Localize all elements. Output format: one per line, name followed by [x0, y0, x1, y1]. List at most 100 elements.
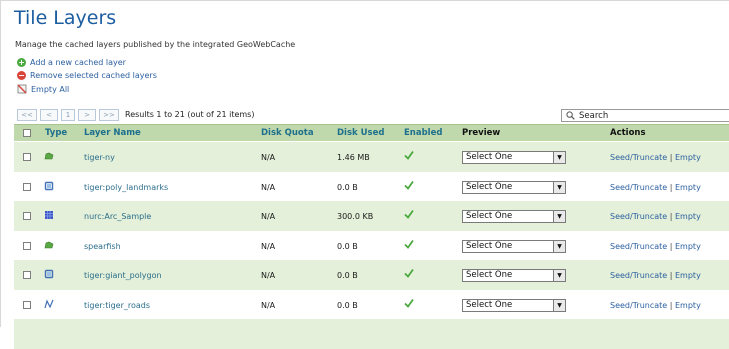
layer-name-link[interactable]: tiger:tiger_roads [84, 301, 150, 310]
enabled-check-icon [404, 298, 414, 308]
preview-select-value: Select One [466, 181, 513, 192]
row-actions: Seed/Truncate | Empty [610, 271, 701, 280]
seed-truncate-link[interactable]: Seed/Truncate [610, 271, 667, 280]
table-row: tiger:giant_polygon N/A 0.0 B Select One ▼ Se… [14, 260, 729, 290]
header-enabled[interactable]: Enabled [404, 128, 442, 138]
seed-truncate-link[interactable]: Seed/Truncate [610, 183, 667, 192]
disk-used: 1.46 MB [337, 153, 370, 162]
action-separator: | [669, 271, 673, 280]
row-actions: Seed/Truncate | Empty [610, 153, 701, 162]
table-row: tiger-ny N/A 1.46 MB Select One ▼ Seed/Trunca… [14, 142, 729, 172]
preview-select[interactable]: Select One ▼ [462, 151, 566, 164]
select-all-checkbox[interactable] [23, 129, 31, 137]
chevron-down-icon: ▼ [553, 211, 565, 222]
action-separator: | [669, 241, 673, 251]
results-info: Results 1 to 21 (out of 21 items) [125, 110, 255, 119]
raster-layer-icon [44, 210, 54, 220]
layer-name-link[interactable]: tiger-ny [84, 153, 115, 162]
chevron-down-icon: ▼ [553, 270, 565, 281]
table-row: tiger:poly_landmarks N/A 0.0 B Select One ▼ S… [14, 171, 729, 201]
preview-select[interactable]: Select One ▼ [462, 269, 566, 282]
empty-all-link[interactable]: Empty All [17, 83, 69, 95]
action-separator: | [669, 300, 673, 310]
row-checkbox[interactable] [23, 241, 31, 250]
remove-cached-layers-link[interactable]: − Remove selected cached layers [17, 69, 157, 81]
row-checkbox[interactable] [23, 212, 31, 220]
disk-quota: N/A [261, 182, 276, 192]
row-checkbox[interactable] [23, 182, 31, 191]
row-actions: Seed/Truncate | Empty [610, 301, 701, 310]
header-actions: Actions [610, 128, 646, 138]
preview-select[interactable]: Select One ▼ [462, 298, 566, 312]
row-checkbox[interactable] [23, 153, 31, 161]
search-label: Search [579, 110, 609, 121]
add-cached-layer-label: Add a new cached layer [30, 57, 126, 67]
search-icon [566, 111, 575, 120]
empty-link[interactable]: Empty [675, 271, 701, 280]
page-title: Tile Layers [14, 7, 117, 29]
header-type[interactable]: Type [45, 128, 67, 138]
row-checkbox[interactable] [23, 271, 31, 279]
empty-link[interactable]: Empty [675, 301, 701, 310]
enabled-check-icon [404, 150, 414, 160]
empty-link[interactable]: Empty [675, 212, 701, 221]
header-disk-used[interactable]: Disk Used [337, 128, 384, 138]
row-actions: Seed/Truncate | Empty [610, 242, 701, 251]
disk-used: 0.0 B [337, 271, 358, 280]
table-row: spearfish N/A 0.0 B Select One ▼ Seed/Truncat… [14, 230, 729, 260]
preview-select[interactable]: Select One ▼ [462, 210, 566, 223]
empty-link[interactable]: Empty [675, 183, 701, 192]
left-border [0, 0, 1, 327]
preview-select-value: Select One [466, 152, 513, 162]
remove-cached-layers-label: Remove selected cached layers [30, 70, 157, 80]
layer-name-link[interactable]: tiger:giant_polygon [84, 271, 162, 280]
seed-truncate-link[interactable]: Seed/Truncate [610, 212, 667, 221]
preview-select[interactable]: Select One ▼ [462, 239, 566, 253]
header-disk-quota[interactable]: Disk Quota [261, 128, 314, 138]
row-actions: Seed/Truncate | Empty [610, 183, 701, 192]
page-1-button[interactable]: 1 [61, 108, 75, 121]
prev-page-button[interactable]: < [40, 108, 58, 121]
empty-link[interactable]: Empty [675, 153, 701, 162]
row-checkbox[interactable] [23, 300, 31, 309]
layer-name-link[interactable]: nurc:Arc_Sample [84, 212, 151, 221]
row-actions: Seed/Truncate | Empty [610, 212, 701, 221]
next-page-button[interactable]: > [78, 108, 96, 121]
first-page-button[interactable]: << [17, 108, 37, 121]
layer-name-link[interactable]: spearfish [84, 242, 121, 251]
seed-truncate-link[interactable]: Seed/Truncate [610, 301, 667, 310]
polygon-layer-icon [44, 151, 54, 161]
page-description: Manage the cached layers published by th… [15, 40, 296, 49]
preview-select-value: Select One [466, 240, 513, 251]
action-separator: | [669, 153, 673, 162]
table-row: nurc:Arc_Sample N/A 300.0 KB Select One ▼ See… [14, 201, 729, 231]
enabled-check-icon [404, 268, 414, 278]
preview-select-value: Select One [466, 211, 513, 221]
layer-name-link[interactable]: tiger:poly_landmarks [84, 183, 168, 192]
preview-select[interactable]: Select One ▼ [462, 180, 566, 194]
polygon-layer-icon [44, 240, 54, 250]
last-page-button[interactable]: >> [99, 108, 119, 121]
seed-truncate-link[interactable]: Seed/Truncate [610, 242, 667, 251]
add-cached-layer-link[interactable]: + Add a new cached layer [17, 56, 126, 68]
disk-used: 0.0 B [337, 182, 358, 192]
add-icon: + [17, 57, 26, 67]
point-layer-icon [44, 269, 54, 279]
header-layer-name[interactable]: Layer Name [84, 128, 141, 138]
search-input[interactable]: Search [561, 109, 729, 122]
action-separator: | [669, 212, 673, 221]
enabled-check-icon [404, 180, 414, 190]
table-row-partial [14, 319, 729, 349]
line-layer-icon [44, 298, 54, 309]
disk-used: 0.0 B [337, 300, 358, 310]
empty-link[interactable]: Empty [675, 242, 701, 251]
preview-select-value: Select One [466, 270, 513, 280]
chevron-down-icon: ▼ [553, 152, 565, 163]
disk-used: 300.0 KB [337, 212, 374, 221]
seed-truncate-link[interactable]: Seed/Truncate [610, 153, 667, 162]
disk-quota: N/A [261, 241, 276, 251]
chevron-down-icon: ▼ [553, 181, 565, 193]
disk-quota: N/A [261, 212, 276, 221]
header-preview: Preview [462, 128, 501, 138]
table-row: tiger:tiger_roads N/A 0.0 B Select One ▼ Seed… [14, 289, 729, 319]
